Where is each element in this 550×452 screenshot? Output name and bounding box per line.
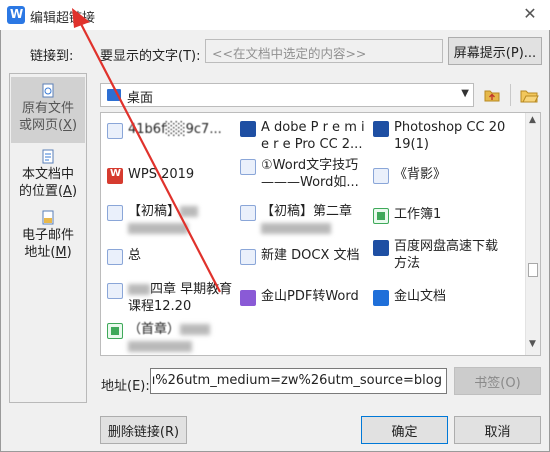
scroll-thumb[interactable]	[528, 263, 538, 277]
remove-link-button[interactable]: 删除链接(R)	[100, 416, 187, 444]
vertical-scrollbar[interactable]: ▲ ▼	[525, 113, 540, 355]
list-item[interactable]: 新建 DOCX 文档	[240, 247, 370, 265]
link-type-panel: 原有文件 或网页(X) 本文档中 的位置(A) 电子邮件 地址(M)	[9, 73, 87, 403]
doc-icon	[107, 283, 123, 299]
file-name: 总	[128, 248, 142, 263]
file-name: 金山文档	[394, 289, 447, 304]
file-name: 四章 早期教育课程12.20	[128, 281, 239, 315]
file-name-text: 【初稿】第二章	[261, 204, 353, 219]
file-name: （首章）	[128, 321, 211, 355]
list-item[interactable]: Photoshop CC 2019(1)	[373, 119, 507, 153]
nav-existing-key: X	[63, 118, 72, 133]
doc-icon	[240, 249, 256, 265]
file-name: 41b6f░░9c7...	[128, 122, 222, 137]
desktop-folder-icon	[107, 89, 121, 101]
display-text-input[interactable]: <<在文档中选定的内容>>	[205, 39, 443, 63]
list-item[interactable]: （首章）	[107, 321, 237, 355]
doc-icon	[107, 249, 123, 265]
up-folder-icon[interactable]	[482, 84, 502, 106]
chevron-down-icon: ▼	[461, 88, 469, 99]
file-name: ①Word文字技巧———Word如...	[261, 158, 359, 190]
existing-file-icon	[42, 83, 54, 98]
file-name: 百度网盘高速下载方法	[394, 239, 499, 271]
file-name-text: （首章）	[128, 322, 181, 337]
sheet-icon	[107, 323, 123, 339]
folder-select[interactable]: 桌面 ▼	[100, 83, 474, 107]
list-item[interactable]: 《背影》	[373, 166, 503, 184]
scroll-down-icon[interactable]: ▼	[529, 339, 536, 349]
link-to-label: 链接到:	[30, 49, 74, 64]
nav-existing-line2a: 或网页(	[18, 118, 64, 133]
doc-icon	[373, 168, 389, 184]
list-item[interactable]: 总	[107, 247, 237, 265]
nav-location-line2b: )	[71, 184, 78, 199]
file-name: 【初稿】	[128, 203, 199, 237]
doc-icon	[240, 205, 256, 221]
address-value: ı%26utm_medium=zw%26utm_source=blog	[151, 373, 442, 388]
folder-current: 桌面	[127, 91, 154, 106]
cancel-button[interactable]: 取消	[454, 416, 541, 444]
baidu-netdisk-icon	[373, 240, 389, 256]
display-text-label: 要显示的文字(T):	[100, 49, 201, 64]
premiere-icon	[240, 121, 256, 137]
doc-icon	[107, 205, 123, 221]
file-name-text: 【初稿】	[128, 204, 181, 219]
list-item[interactable]: A dobe P r e m i e r e Pro CC 2...	[240, 119, 370, 153]
list-item[interactable]: 工作簿1	[373, 206, 503, 224]
nav-existing-line1: 原有文件	[21, 101, 74, 116]
list-item[interactable]: 四章 早期教育课程12.20	[107, 281, 239, 315]
dialog-title: 编辑超链接	[30, 11, 96, 26]
nav-email-line2a: 地址(	[24, 245, 56, 260]
list-item[interactable]: ①Word文字技巧———Word如...	[240, 157, 370, 191]
close-icon[interactable]: ✕	[520, 4, 540, 24]
wps-app-icon	[107, 168, 123, 184]
file-name: 《背影》	[394, 167, 447, 182]
file-name: Photoshop CC 2019(1)	[394, 120, 506, 152]
nav-place-in-document[interactable]: 本文档中 的位置(A)	[11, 147, 85, 207]
nav-location-line1: 本文档中	[21, 167, 74, 182]
list-item[interactable]: 【初稿】	[107, 203, 237, 237]
screen-tip-button[interactable]: 屏幕提示(P)...	[448, 37, 542, 65]
document-location-icon	[42, 149, 54, 164]
nav-email-key: M	[55, 245, 67, 260]
doc-icon	[107, 123, 123, 139]
file-name: 金山PDF转Word	[261, 289, 359, 304]
list-item[interactable]: 金山PDF转Word	[240, 288, 370, 306]
nav-email-line1: 电子邮件	[21, 228, 74, 243]
file-list[interactable]: 41b6f░░9c7... A dobe P r e m i e r e Pro…	[100, 112, 541, 356]
bookmark-button[interactable]: 书签(O)	[454, 367, 541, 395]
list-item[interactable]: WPS 2019	[107, 166, 237, 184]
sheet-icon	[373, 208, 389, 224]
list-item[interactable]: 金山文档	[373, 288, 503, 306]
address-label: 地址(E):	[101, 379, 150, 394]
file-name: 工作簿1	[394, 207, 442, 222]
list-item[interactable]: 百度网盘高速下载方法	[373, 238, 503, 272]
nav-location-key: A	[63, 184, 72, 199]
wps-doc-icon	[373, 290, 389, 306]
toolbar-divider	[510, 84, 511, 106]
nav-location-line2a: 的位置(	[18, 184, 64, 199]
file-name: A dobe P r e m i e r e Pro CC 2...	[261, 120, 365, 152]
file-name: 新建 DOCX 文档	[261, 248, 360, 263]
email-icon	[42, 210, 54, 225]
photoshop-icon	[373, 121, 389, 137]
nav-email-address[interactable]: 电子邮件 地址(M)	[11, 208, 85, 268]
list-item[interactable]: 41b6f░░9c7...	[107, 121, 237, 139]
wps-app-icon	[7, 6, 25, 24]
file-name: WPS 2019	[128, 167, 195, 182]
pdf-icon	[240, 290, 256, 306]
browse-file-icon[interactable]	[518, 84, 540, 106]
nav-email-line2b: )	[66, 245, 72, 260]
doc-icon	[240, 159, 256, 175]
nav-existing-file-or-webpage[interactable]: 原有文件 或网页(X)	[11, 77, 85, 143]
ok-button[interactable]: 确定	[361, 416, 448, 444]
list-item[interactable]: 【初稿】第二章	[240, 203, 370, 237]
nav-existing-line2b: )	[71, 118, 78, 133]
file-name: 【初稿】第二章	[261, 203, 352, 237]
scroll-up-icon[interactable]: ▲	[529, 115, 536, 125]
address-input[interactable]: ı%26utm_medium=zw%26utm_source=blog	[150, 368, 447, 394]
